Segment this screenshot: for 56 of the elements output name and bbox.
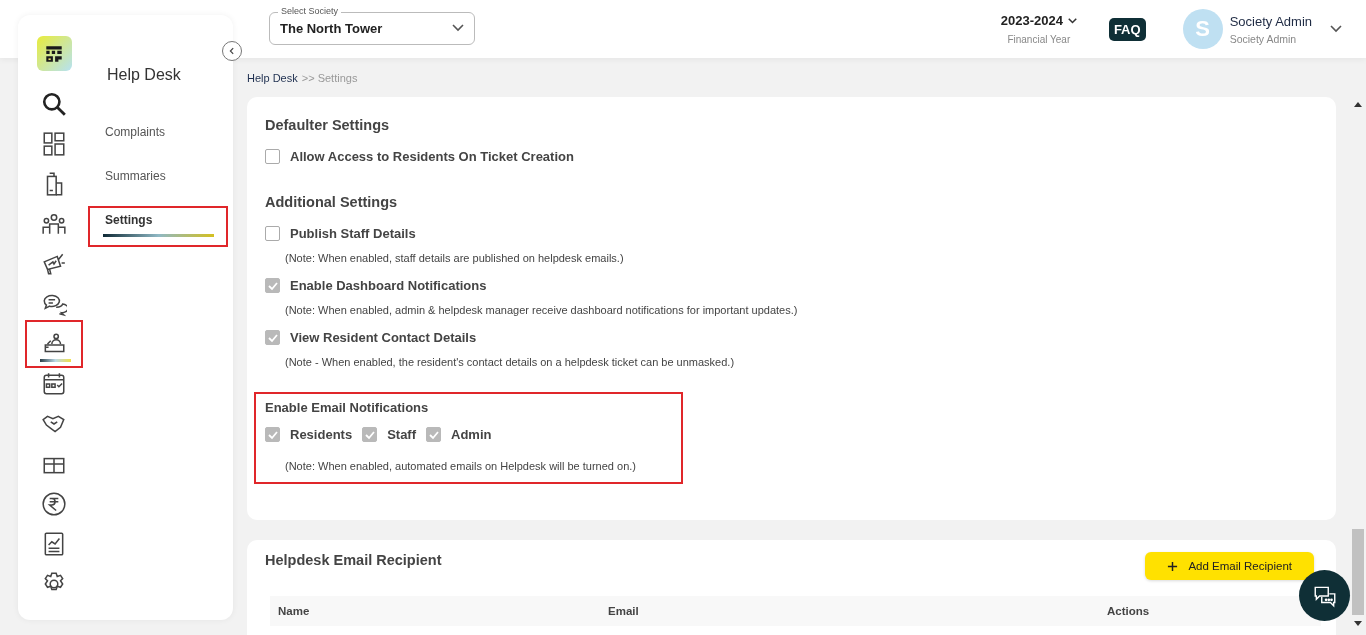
megaphone-icon	[41, 251, 67, 277]
checkbox-label: View Resident Contact Details	[290, 330, 477, 345]
scrollbar-thumb[interactable]	[1352, 529, 1364, 615]
section-heading: Additional Settings	[265, 194, 399, 210]
note-text: (Note: When enabled, admin & helpdesk manager receive dashboard notifications for important updates.)	[285, 304, 799, 316]
scroll-up-icon[interactable]	[1354, 102, 1362, 107]
chevron-left-icon	[228, 47, 236, 55]
checkbox[interactable]	[265, 149, 280, 164]
checkbox[interactable]	[265, 278, 280, 293]
faq-button[interactable]: FAQ	[1108, 17, 1146, 41]
user-name: Society Admin	[1229, 13, 1312, 29]
society-select-label: Select Society	[278, 5, 342, 16]
breadcrumb-current: >> Settings	[301, 71, 358, 84]
checkbox-label: Enable Dashboard Notifications	[290, 278, 487, 293]
checkbox-label: Residents	[290, 427, 353, 442]
rupee-icon	[41, 491, 67, 517]
sidebar-item[interactable]: Settings	[88, 206, 228, 247]
section-heading: Helpdesk Email Recipient	[265, 552, 442, 568]
checkbox[interactable]	[265, 427, 280, 442]
checkbox[interactable]	[265, 330, 280, 345]
collapse-button[interactable]	[222, 41, 242, 61]
note-text: (Note: When enabled, staff details are published on helpdesk emails.)	[285, 252, 625, 264]
app-logo	[36, 36, 72, 71]
calendar-icon	[41, 371, 67, 397]
checkbox-label: Publish Staff Details	[290, 226, 416, 241]
chevron-down-icon	[1067, 17, 1077, 24]
chevron-down-icon[interactable]	[1330, 25, 1342, 33]
section-heading: Defaulter Settings	[265, 117, 391, 133]
avatar: S	[1182, 9, 1223, 49]
section-title: Help Desk	[107, 66, 182, 84]
chevron-down-icon	[452, 24, 464, 32]
helpdesk-nav-button[interactable]	[25, 320, 83, 368]
financial-year-caption: Financial Year	[1007, 34, 1071, 45]
grid-icon	[41, 131, 67, 157]
scroll-down-icon[interactable]	[1354, 621, 1362, 626]
section-heading: Enable Email Notifications	[265, 400, 430, 415]
sidebar-item[interactable]: Summaries	[88, 162, 228, 193]
user-role: Society Admin	[1229, 32, 1298, 45]
year-dropdown[interactable]: 2023-2024	[1000, 13, 1077, 28]
add-email-recipient-button[interactable]: Add Email Recipient	[1145, 552, 1314, 580]
checkbox-label: Allow Access to Residents On Ticket Creation	[290, 149, 574, 164]
checkbox[interactable]	[265, 226, 280, 241]
checkbox[interactable]	[426, 427, 442, 442]
checkbox-label: Staff	[387, 427, 417, 442]
search-icon	[41, 91, 67, 117]
people-icon	[41, 211, 67, 237]
plus-icon	[1167, 560, 1179, 572]
column-header: Name	[278, 605, 311, 617]
note-text: (Note - When enabled, the resident's contact details on a helpdesk ticket can be unmasked.)	[285, 356, 736, 368]
note-text: (Note: When enabled, automated emails on Helpdesk will be turned on.)	[285, 460, 637, 472]
checkbox-label: Admin	[451, 427, 492, 442]
column-header: Email	[608, 605, 640, 617]
breadcrumb-link[interactable]: Help Desk	[247, 71, 298, 84]
checkbox[interactable]	[362, 427, 378, 442]
sidebar-item[interactable]: Complaints	[88, 118, 228, 149]
column-header: Actions	[1107, 605, 1151, 617]
